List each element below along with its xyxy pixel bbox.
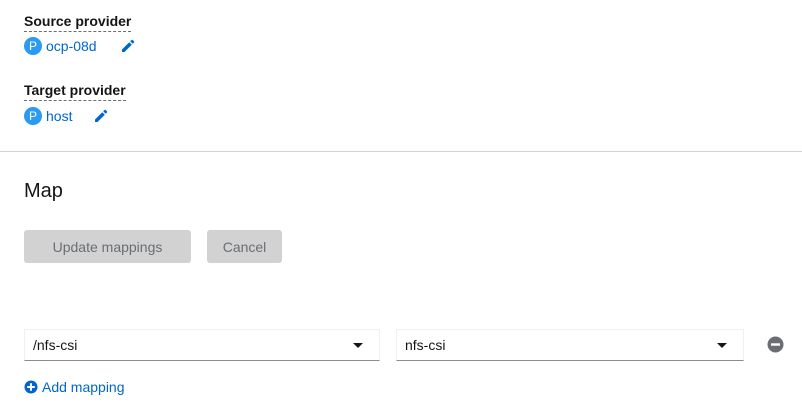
pencil-icon[interactable] — [121, 39, 135, 53]
source-storage-select[interactable]: /nfs-csi — [24, 329, 380, 361]
caret-down-icon — [717, 343, 727, 348]
target-provider-label: Target provider — [24, 81, 126, 101]
section-divider — [0, 151, 802, 152]
add-mapping-label: Add mapping — [42, 379, 125, 395]
source-storage-value: /nfs-csi — [33, 337, 78, 353]
add-mapping-button[interactable]: Add mapping — [24, 379, 125, 395]
update-mappings-button[interactable]: Update mappings — [24, 230, 191, 263]
caret-down-icon — [353, 343, 363, 348]
target-storage-select[interactable]: nfs-csi — [396, 329, 744, 361]
map-title: Map — [24, 180, 63, 202]
cancel-button[interactable]: Cancel — [207, 230, 282, 263]
source-provider-row: P ocp-08d — [24, 36, 135, 56]
provider-badge: P — [24, 37, 42, 55]
provider-badge: P — [24, 107, 42, 125]
target-storage-value: nfs-csi — [405, 337, 446, 353]
plus-circle-icon — [24, 380, 38, 394]
source-provider-label: Source provider — [24, 12, 132, 32]
source-provider-link[interactable]: ocp-08d — [46, 38, 97, 54]
minus-circle-icon[interactable] — [767, 336, 784, 353]
pencil-icon[interactable] — [94, 109, 108, 123]
target-provider-link[interactable]: host — [46, 108, 72, 124]
target-provider-row: P host — [24, 106, 108, 126]
